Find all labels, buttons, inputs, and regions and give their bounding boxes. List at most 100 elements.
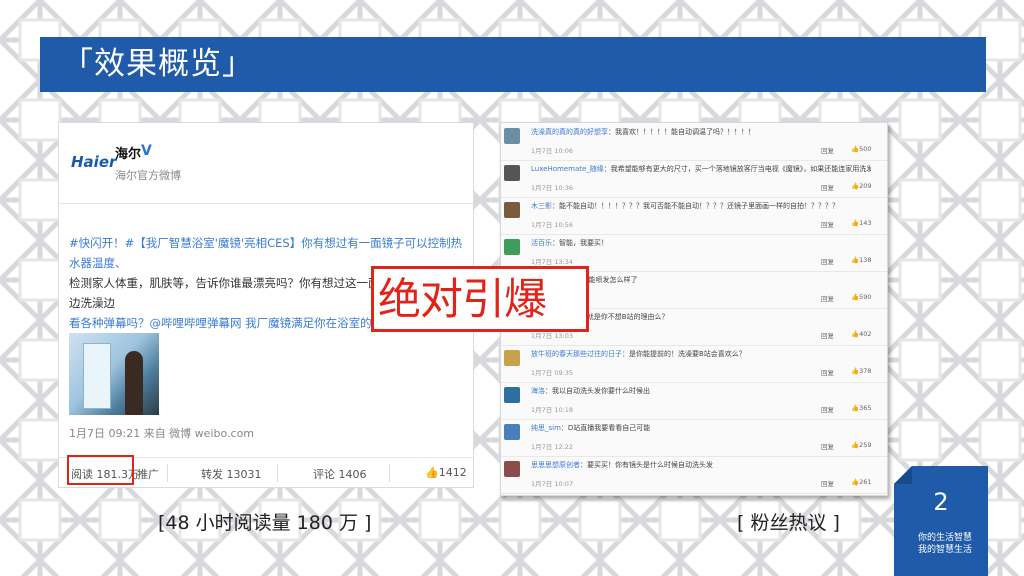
reply-link[interactable]: 回复 — [821, 404, 834, 414]
comment-like-button[interactable]: 👍500 — [851, 145, 872, 153]
reply-link[interactable]: 回复 — [821, 441, 834, 451]
caption-read-volume: [48 小时阅读量 180 万 ] — [158, 512, 372, 534]
post-photo[interactable] — [69, 333, 159, 415]
reply-link[interactable]: 回复 — [821, 367, 834, 377]
overlay-text: 绝对引爆 — [378, 275, 547, 325]
comment-text: 思思思想原创者：要买买！你有镜头是什么时候自动洗头发 — [531, 460, 871, 470]
thumbs-up-icon: 👍 — [851, 441, 860, 449]
comment-like-count: 402 — [859, 330, 872, 338]
comment-row: 木三影：能不能自动！！！！？？？我可否能不能自动！？？？还镜子里面画一样的自拍！… — [501, 197, 887, 235]
verified-badge-icon: V — [141, 143, 152, 159]
comment-date: 1月7日 10:18 — [531, 406, 574, 414]
reply-link[interactable]: 回复 — [821, 219, 834, 229]
comment-like-count: 378 — [859, 367, 872, 375]
divider — [277, 464, 278, 482]
comment-text: 木三影：能不能自动！！！！？？？我可否能不能自动！？？？还镜子里面画一样的自拍！… — [531, 201, 871, 211]
comment-date: 1月7日 12:22 — [531, 443, 574, 451]
comment-row: 海洛：我以自动洗头发你要什么时候出 1月7日 10:18 回复 👍365 — [501, 382, 887, 420]
post-timestamp: 1月7日 09:21 来自 微博 weibo.com — [69, 427, 255, 440]
commenter-name[interactable]: 活百乐 — [531, 239, 552, 247]
comment-like-count: 209 — [859, 182, 872, 190]
comment-like-count: 261 — [859, 478, 872, 486]
comment-body: ：智能，我要买！ — [552, 239, 608, 247]
comment-like-count: 143 — [859, 219, 872, 227]
photo-person — [125, 351, 143, 415]
comment-like-button[interactable]: 👍365 — [851, 404, 872, 412]
comment-date: 1月7日 10:07 — [531, 480, 574, 488]
commenter-name[interactable]: 木三影 — [531, 202, 552, 210]
weibo-post-header: Haier 海尔 V 海尔官方微博 — [59, 123, 473, 204]
comment-like-button[interactable]: 👍378 — [851, 367, 872, 375]
commenter-avatar[interactable] — [504, 165, 520, 181]
slogan-line-2: 我的智慧生活 — [918, 545, 973, 555]
thumbs-up-icon: 👍 — [851, 478, 860, 486]
thumbs-up-icon: 👍 — [425, 466, 439, 479]
promote-link[interactable]: 推广 — [137, 466, 159, 482]
comment-like-count: 590 — [859, 293, 872, 301]
thumbs-up-icon: 👍 — [851, 330, 860, 338]
reply-link[interactable]: 回复 — [821, 256, 834, 266]
photo-mirror — [83, 343, 111, 409]
comment-body: ：D站直播我要看看自己可能 — [560, 424, 651, 432]
divider — [167, 464, 168, 482]
commenter-name[interactable]: LuxeHomemate_随缘 — [531, 165, 604, 173]
comment-body: ：我喜欢！！！！！能自动调温了吗？！！！！ — [608, 128, 755, 136]
like-button[interactable]: 👍1412 — [425, 466, 467, 479]
comment-like-button[interactable]: 👍261 — [851, 478, 872, 486]
commenter-name[interactable]: 纯思_sim — [531, 424, 561, 432]
comment-like-count: 365 — [859, 404, 872, 412]
comment-text: 海洛：我以自动洗头发你要什么时候出 — [531, 386, 871, 396]
reply-link[interactable]: 回复 — [821, 145, 834, 155]
comment-date: 1月7日 10:06 — [531, 147, 574, 155]
account-name[interactable]: 海尔 — [115, 143, 141, 162]
comment-like-button[interactable]: 👍259 — [851, 441, 872, 449]
reply-link[interactable]: 回复 — [821, 478, 834, 488]
page-number-badge — [894, 466, 988, 576]
comment-body: ：是你能提前的！洗澡要B站会喜欢么？ — [622, 350, 746, 358]
comment-like-count: 259 — [859, 441, 872, 449]
commenter-name[interactable]: 洗澡真的真的真的好想享 — [531, 128, 608, 136]
commenter-avatar[interactable] — [504, 128, 520, 144]
slide-title: 「效果概览」 — [62, 46, 254, 82]
comment-like-button[interactable]: 👍143 — [851, 219, 872, 227]
comment-body: ：我希望能够有更大的尺寸，买一个落地镜放客厅当电视《魔镜》，如果还能连家用洗发机… — [603, 165, 871, 173]
comment-row: 洗澡真的真的真的好想享：我喜欢！！！！！能自动调温了吗？！！！！ 1月7日 10:… — [501, 123, 887, 161]
commenter-name[interactable]: 海洛 — [531, 387, 545, 395]
comment-row: LuxeHomemate_随缘：我希望能够有更大的尺寸，买一个落地镜放客厅当电视… — [501, 160, 887, 198]
comment-row: 思思思想原创者：要买买！你有镜头是什么时候自动洗头发 1月7日 10:07 回复 👍2… — [501, 456, 887, 494]
commenter-name[interactable]: 放牛班的春天那些过往的日子 — [531, 350, 622, 358]
comment-button[interactable]: 评论 1406 — [313, 466, 367, 482]
comment-body: ：能不能自动！！！！？？？我可否能不能自动！？？？还镜子里面画一样的自拍！？？？… — [552, 202, 839, 210]
comment-like-count: 500 — [859, 145, 872, 153]
comment-text: 纯思_sim：D站直播我要看看自己可能 — [531, 423, 871, 433]
thumbs-up-icon: 👍 — [851, 293, 860, 301]
thumbs-up-icon: 👍 — [851, 219, 860, 227]
commenter-avatar[interactable] — [504, 461, 520, 477]
comment-body: ：我以自动洗头发你要什么时候出 — [545, 387, 650, 395]
commenter-avatar[interactable] — [504, 387, 520, 403]
commenter-avatar[interactable] — [504, 239, 520, 255]
comment-text: LuxeHomemate_随缘：我希望能够有更大的尺寸，买一个落地镜放客厅当电视… — [531, 164, 871, 174]
repost-button[interactable]: 转发 13031 — [201, 466, 262, 482]
comment-like-button[interactable]: 👍590 — [851, 293, 872, 301]
account-subtitle: 海尔官方微博 — [115, 169, 181, 182]
thumbs-up-icon: 👍 — [851, 404, 860, 412]
page-number: 2 — [933, 488, 949, 516]
comment-like-button[interactable]: 👍209 — [851, 182, 872, 190]
reply-link[interactable]: 回复 — [821, 293, 834, 303]
reply-link[interactable]: 回复 — [821, 330, 834, 340]
comment-date: 1月7日 10:56 — [531, 221, 574, 229]
thumbs-up-icon: 👍 — [851, 145, 860, 153]
comment-date: 1月7日 13:34 — [531, 258, 574, 266]
commenter-avatar[interactable] — [504, 424, 520, 440]
haier-logo: Haier — [71, 153, 117, 171]
commenter-name[interactable]: 思思思想原创者 — [531, 461, 580, 469]
comment-like-button[interactable]: 👍402 — [851, 330, 872, 338]
reply-link[interactable]: 回复 — [821, 182, 834, 192]
commenter-avatar[interactable] — [504, 202, 520, 218]
title-bar: 「效果概览」 — [40, 37, 986, 92]
divider — [389, 464, 390, 482]
comment-like-button[interactable]: 👍138 — [851, 256, 872, 264]
caption-fan-discussion: [ 粉丝热议 ] — [737, 512, 840, 534]
commenter-avatar[interactable] — [504, 350, 520, 366]
